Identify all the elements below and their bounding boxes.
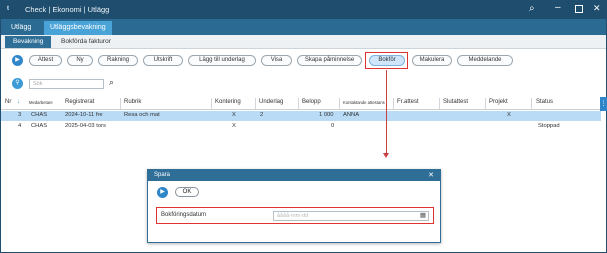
col-header-nr[interactable]: Nr xyxy=(5,99,11,105)
title-bar: ᵗ Check | Ekonomi | Utlägg ⌕ – ✕ xyxy=(1,1,606,19)
close-icon[interactable]: ✕ xyxy=(428,171,434,179)
close-icon[interactable]: ✕ xyxy=(593,3,601,14)
minimize-icon[interactable]: – xyxy=(555,2,561,13)
cell-belopp: 0 xyxy=(331,123,335,129)
bokforingsdatum-input[interactable]: åååå-mm-dd ▦ xyxy=(273,211,429,221)
tab-utlagg[interactable]: Utlägg xyxy=(5,21,37,35)
visa-button[interactable]: Visa xyxy=(261,55,292,66)
filter-row: ⚲ Sök ⌕ xyxy=(1,75,606,93)
cell-kontaktande: ANNA xyxy=(343,112,360,118)
calendar-icon[interactable]: ▦ xyxy=(420,212,426,220)
grid-header: Nr ↓ Medarbetare Registrerat Rubrik Kont… xyxy=(1,96,601,110)
subtab-bokforda-fakturor[interactable]: Bokförda fakturor xyxy=(53,36,119,48)
cell-registrerat: 2025-04-03 tors xyxy=(65,123,106,129)
meddelande-button[interactable]: Meddelande xyxy=(457,55,513,66)
app-window: ᵗ Check | Ekonomi | Utlägg ⌕ – ✕ Utlägg … xyxy=(0,0,607,253)
col-header-slutattest[interactable]: Slutattest xyxy=(443,99,468,105)
col-header-belopp[interactable]: Belopp xyxy=(302,99,321,105)
cell-projekt: X xyxy=(507,112,511,118)
dialog-title-text: Spara xyxy=(154,172,171,178)
col-header-frattest[interactable]: Fr.attest xyxy=(397,99,419,105)
add-attachment-button[interactable]: Lägg till underlag xyxy=(188,55,256,66)
bokforingsdatum-placeholder: åååå-mm-dd xyxy=(277,213,309,219)
bokforingsdatum-label: Bokföringsdatum xyxy=(161,212,207,218)
filter-icon[interactable]: ⚲ xyxy=(12,78,23,89)
cell-kontering: X xyxy=(232,123,236,129)
table-row[interactable]: 3 CHAS 2024-10-11 fre Resa och mat X 2 1… xyxy=(1,111,601,121)
attest-button[interactable]: Attest xyxy=(29,55,62,66)
col-header-kontaktande[interactable]: Kontaktande attestans xyxy=(343,100,385,105)
create-reminder-button[interactable]: Skapa påminnelse xyxy=(297,55,362,66)
play-icon[interactable]: ▶ xyxy=(157,187,168,198)
col-header-status[interactable]: Status xyxy=(536,99,553,105)
makulera-button[interactable]: Makulera xyxy=(412,55,452,66)
window-title: Check | Ekonomi | Utlägg xyxy=(25,5,110,14)
cell-medarbetare: CHAS xyxy=(31,123,48,129)
search-icon[interactable]: ⌕ xyxy=(529,3,535,14)
cell-rubrik: Resa och mat xyxy=(124,112,160,118)
cell-kontering: X xyxy=(232,112,236,118)
col-header-projekt[interactable]: Projekt xyxy=(489,99,508,105)
annotation-arrow-head-icon xyxy=(383,153,389,158)
bokfor-button[interactable]: Bokför xyxy=(369,55,405,66)
search-icon[interactable]: ⌕ xyxy=(109,77,114,88)
cell-nr: 4 xyxy=(18,123,22,129)
highlight-bokforingsdatum: Bokföringsdatum åååå-mm-dd ▦ xyxy=(156,207,434,224)
tab-utlaggsbevakning[interactable]: Utläggsbevakning xyxy=(44,21,112,35)
subtab-bevakning[interactable]: Bevakning xyxy=(5,36,52,48)
col-header-kontering[interactable]: Kontering xyxy=(215,99,241,105)
col-header-registrerat[interactable]: Registrerat xyxy=(65,99,94,105)
col-header-rubrik[interactable]: Rubrik xyxy=(124,99,141,105)
search-input[interactable]: Sök xyxy=(29,79,104,89)
col-header-underlag[interactable]: Underlag xyxy=(259,99,283,105)
ny-button[interactable]: Ny xyxy=(67,55,93,66)
cell-nr: 3 xyxy=(18,112,22,118)
utskrift-button[interactable]: Utskrift xyxy=(143,55,183,66)
annotation-arrow-line xyxy=(386,70,387,156)
table-row[interactable]: 4 CHAS 2025-04-03 tors X 0 Stoppad xyxy=(1,122,601,132)
col-header-medarbetare[interactable]: Medarbetare xyxy=(29,100,53,105)
rakning-button[interactable]: Rakning xyxy=(98,55,138,66)
app-logo-icon: ᵗ xyxy=(7,4,9,14)
maximize-icon[interactable] xyxy=(575,5,583,13)
cell-status: Stoppad xyxy=(538,123,560,129)
toolbar: ▶ Attest Ny Rakning Utskrift Lägg till u… xyxy=(1,50,606,72)
save-dialog: Spara ✕ ▶ OK Bokföringsdatum åååå-mm-dd … xyxy=(147,169,441,243)
ok-button[interactable]: OK xyxy=(175,187,199,197)
dialog-title: Spara ✕ xyxy=(148,170,440,181)
cell-belopp: 1 000 xyxy=(319,112,334,118)
subtab-bar: Bevakning Bokförda fakturor xyxy=(1,35,606,49)
tab-bar: Utlägg Utläggsbevakning xyxy=(1,19,606,35)
cell-registrerat: 2024-10-11 fre xyxy=(65,112,103,118)
sort-down-icon[interactable]: ↓ xyxy=(17,99,20,105)
cell-underlag: 2 xyxy=(260,112,264,118)
play-icon[interactable]: ▶ xyxy=(12,55,23,66)
side-panel-toggle-icon[interactable]: ⋮ xyxy=(600,97,607,111)
cell-medarbetare: CHAS xyxy=(31,112,48,118)
